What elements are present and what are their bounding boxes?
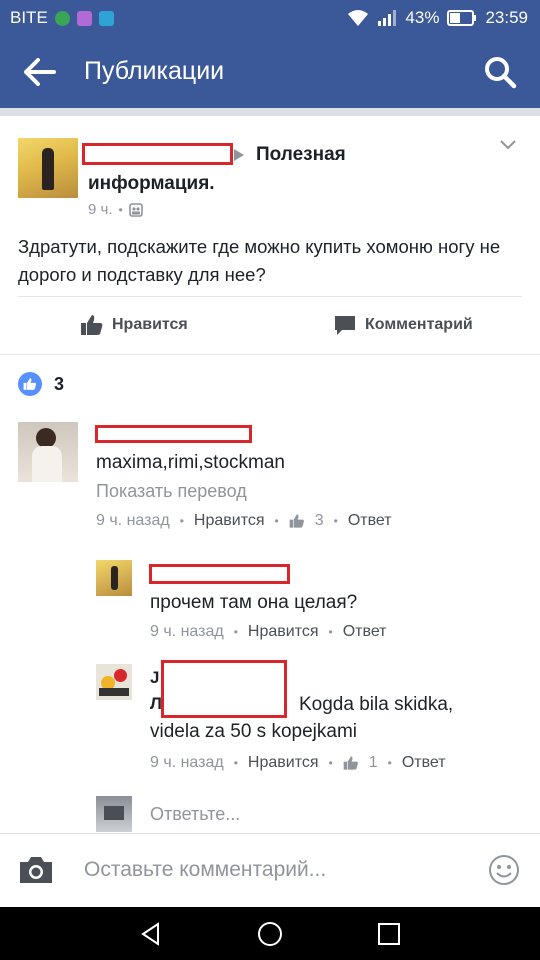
comment-time: 9 ч. назад <box>96 512 170 529</box>
comment-input[interactable]: Оставьте комментарий... <box>84 858 326 882</box>
post-time[interactable]: 9 ч. <box>88 201 113 218</box>
like-reaction-icon <box>18 372 42 396</box>
comment-reply-link[interactable]: Ответ <box>348 512 392 530</box>
comment-button-label: Комментарий <box>365 316 473 333</box>
comment-text: maxima,rimi,stockman <box>96 452 285 473</box>
header-shadow <box>0 108 540 116</box>
comment-composer: Оставьте комментарий... <box>0 833 540 907</box>
camera-icon[interactable] <box>18 855 54 885</box>
signal-icon <box>378 10 397 26</box>
comment-meta: 9 ч. назад • Нравится • 3 • Ответ <box>96 512 392 530</box>
reply-like-link[interactable]: Нравится <box>248 623 319 641</box>
redacted-reply-author-name <box>161 660 287 718</box>
clock: 23:59 <box>485 8 528 27</box>
app-bar: Публикации <box>0 36 540 108</box>
reply-meta: 9 ч. назад • Нравится • Ответ <box>150 623 387 641</box>
reactions-count: 3 <box>54 373 65 394</box>
reply-like-count: 1 <box>368 754 378 771</box>
reply-time: 9 ч. назад <box>150 623 224 640</box>
divider <box>0 354 540 355</box>
reply-text-continued: videla za 50 s kopejkami <box>150 721 357 742</box>
reply-author-avatar[interactable] <box>96 664 132 700</box>
nav-recents-icon[interactable] <box>376 921 402 947</box>
battery-icon <box>447 10 477 26</box>
reply-author-name-fragment: J <box>150 668 160 687</box>
nav-back-icon[interactable] <box>138 921 164 947</box>
reply-meta: 9 ч. назад • Нравится • 1 • Ответ <box>150 754 446 772</box>
reply-author-avatar[interactable] <box>96 560 132 596</box>
system-nav-bar <box>0 907 540 960</box>
reply-time: 9 ч. назад <box>150 754 224 771</box>
redacted-author-name <box>82 143 233 165</box>
group-name-continued[interactable]: информация. <box>88 173 215 195</box>
divider <box>18 296 522 297</box>
thumbs-up-icon <box>81 315 103 335</box>
comment-like-count: 3 <box>314 512 324 529</box>
gallery-notification-icon <box>76 10 92 26</box>
current-user-avatar <box>96 796 132 832</box>
reply-like-link[interactable]: Нравится <box>248 754 319 772</box>
like-button[interactable]: Нравится <box>80 313 188 337</box>
carrier-label: BITE <box>10 8 48 27</box>
redacted-commenter-name <box>95 425 252 443</box>
commenter-avatar[interactable] <box>18 422 78 482</box>
reply-input[interactable]: Ответьте... <box>150 804 240 825</box>
reply-text: Kogda bila skidka, <box>299 694 454 715</box>
reply-reply-link[interactable]: Ответ <box>343 623 387 641</box>
group-privacy-icon <box>128 202 143 217</box>
thumbs-up-icon <box>289 514 304 528</box>
thumbs-up-icon <box>343 756 358 770</box>
nav-home-icon[interactable] <box>257 921 283 947</box>
like-button-label: Нравится <box>112 316 188 333</box>
page-title: Публикации <box>84 57 225 85</box>
comment-bubble-icon <box>335 316 355 335</box>
wifi-icon <box>348 10 369 26</box>
separator-dot: • <box>118 202 123 217</box>
reply-reply-link[interactable]: Ответ <box>402 754 446 772</box>
back-arrow-icon[interactable] <box>22 56 58 88</box>
status-bar: BITE 43% 23:59 <box>0 0 540 36</box>
search-icon[interactable] <box>482 54 518 90</box>
battery-percent: 43% <box>405 8 440 27</box>
post-body: Здратути, подскажите где можно купить хо… <box>18 236 501 285</box>
post-meta: 9 ч. • <box>88 201 143 218</box>
comment-button[interactable]: Комментарий <box>333 313 473 337</box>
show-translation-link[interactable]: Показать перевод <box>96 481 247 502</box>
reply-text: прочем там она целая? <box>150 592 358 613</box>
group-name[interactable]: Полезная <box>256 144 346 166</box>
media-notification-icon <box>98 10 114 26</box>
app-notification-icon <box>54 10 70 26</box>
sticker-smiley-icon[interactable] <box>488 854 520 886</box>
redacted-reply-author-name <box>149 564 290 584</box>
reactions-summary[interactable]: 3 <box>18 372 64 396</box>
comment-like-link[interactable]: Нравится <box>194 512 265 530</box>
chevron-down-icon[interactable] <box>500 140 516 150</box>
post-author-avatar[interactable] <box>18 138 78 198</box>
shared-to-arrow-icon <box>234 149 244 161</box>
